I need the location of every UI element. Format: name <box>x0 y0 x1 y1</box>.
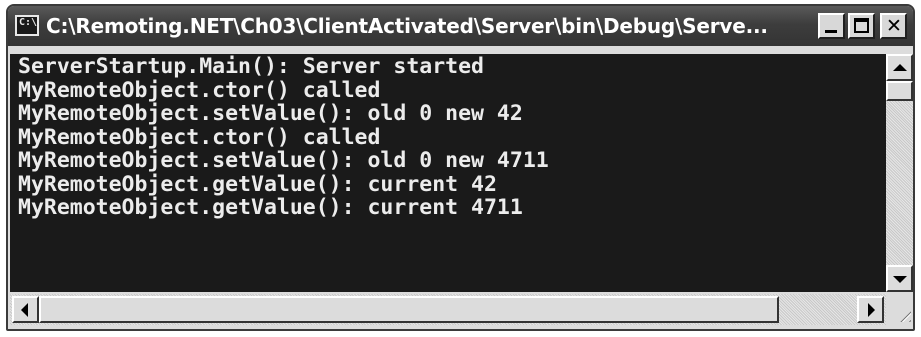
arrow-left-icon <box>21 303 28 317</box>
resize-grip[interactable] <box>886 294 913 325</box>
horizontal-scrollbar[interactable] <box>10 294 886 325</box>
console-window: C:\ C:\Remoting.NET\Ch03\ClientActivated… <box>6 4 915 331</box>
console-line: MyRemoteObject.setValue(): old 0 new 471… <box>18 148 549 173</box>
close-button[interactable]: ✕ <box>880 13 907 39</box>
vertical-scrollbar[interactable] <box>886 54 913 292</box>
arrow-down-icon <box>893 276 907 283</box>
scroll-right-button[interactable] <box>857 296 884 323</box>
command-prompt-icon[interactable]: C:\ <box>15 15 39 36</box>
arrow-up-icon <box>893 64 907 71</box>
window-title: C:\Remoting.NET\Ch03\ClientActivated\Ser… <box>46 14 768 38</box>
vertical-scroll-thumb[interactable] <box>886 81 913 101</box>
console-line: MyRemoteObject.getValue(): current 42 <box>18 171 497 197</box>
maximize-icon <box>854 18 869 33</box>
console-line: MyRemoteObject.ctor() called <box>18 77 381 103</box>
minimize-button[interactable] <box>818 13 845 39</box>
maximize-button[interactable] <box>848 13 875 39</box>
console-lines: ServerStartup.Main(): Server started MyR… <box>10 54 886 220</box>
console-line: MyRemoteObject.getValue(): current 4711 <box>18 195 523 220</box>
console-line: MyRemoteObject.setValue(): old 0 new 42 <box>18 101 523 126</box>
close-icon: ✕ <box>886 15 902 37</box>
console-line: ServerStartup.Main(): Server started <box>18 54 484 79</box>
scroll-down-button[interactable] <box>886 265 913 292</box>
scroll-left-button[interactable] <box>12 296 39 323</box>
console-output[interactable]: ServerStartup.Main(): Server started MyR… <box>10 54 886 292</box>
minimize-icon <box>825 30 837 33</box>
scroll-up-button[interactable] <box>886 54 913 81</box>
horizontal-scroll-thumb[interactable] <box>39 296 779 323</box>
resize-grip-icon <box>895 306 911 322</box>
console-line: MyRemoteObject.ctor() called <box>18 124 381 150</box>
title-bar[interactable]: C:\ C:\Remoting.NET\Ch03\ClientActivated… <box>8 6 913 46</box>
arrow-right-icon <box>868 303 875 317</box>
